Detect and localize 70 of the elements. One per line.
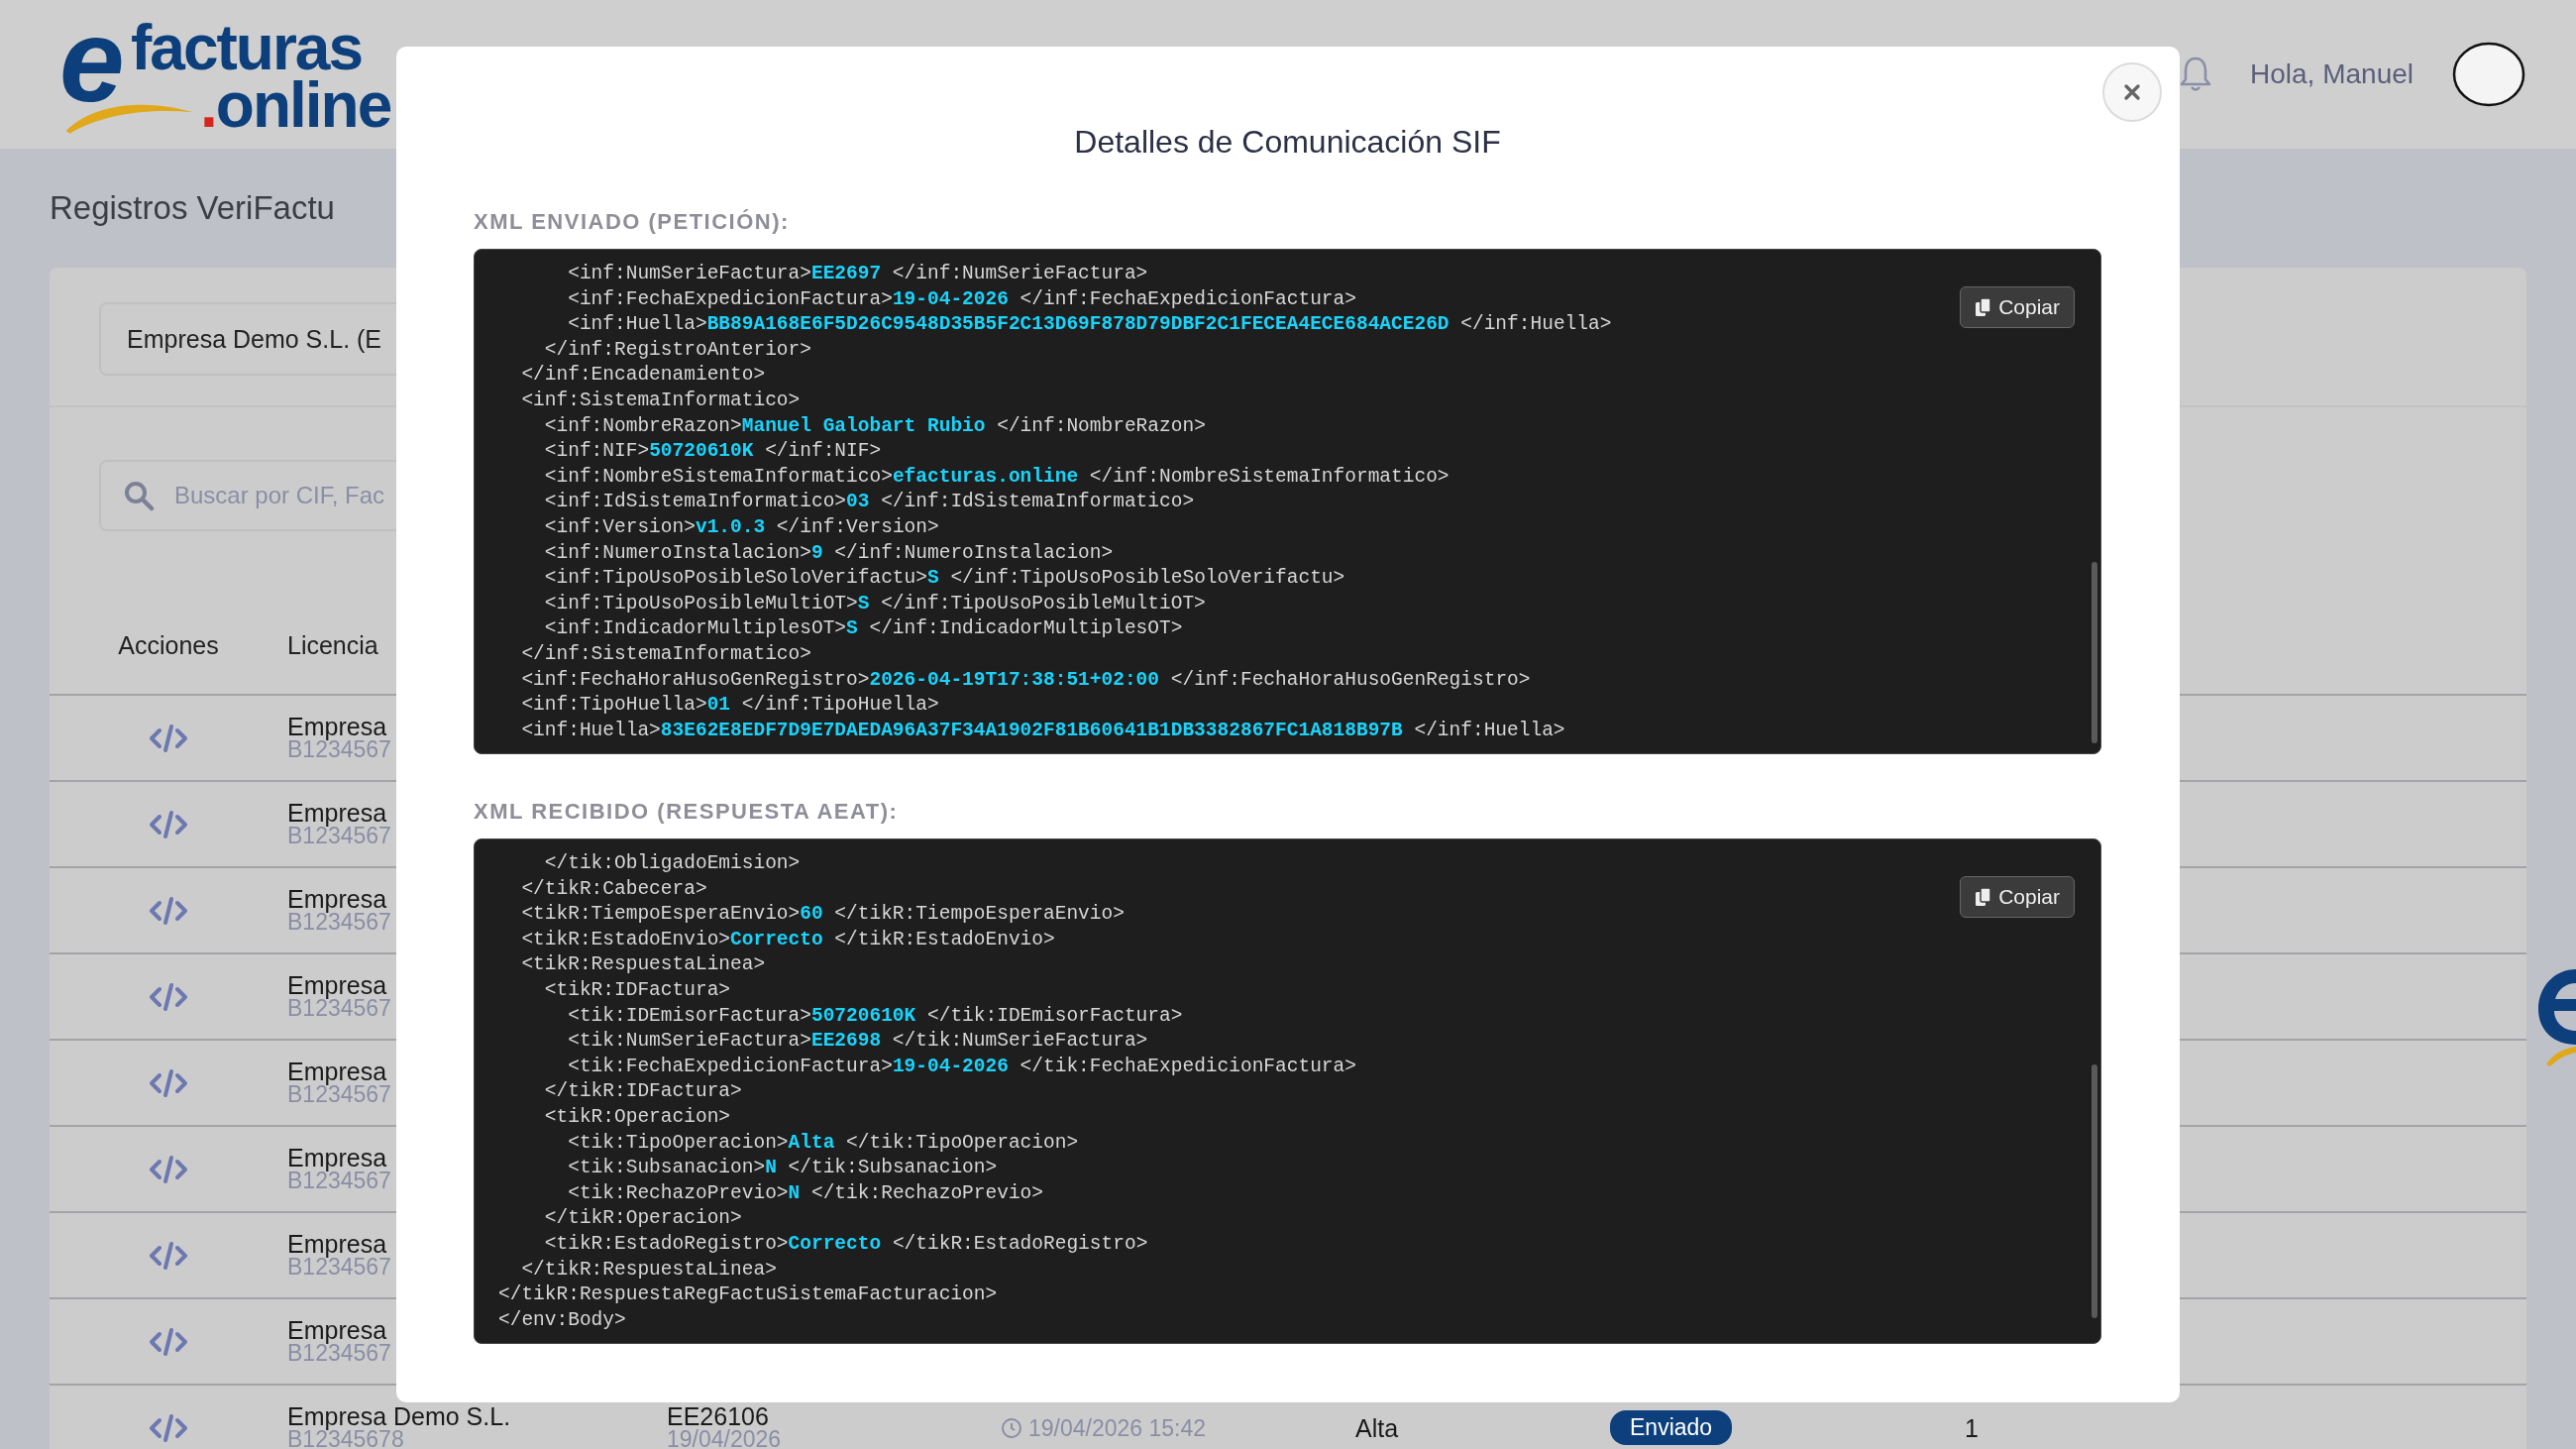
code-line: <inf:NumSerieFactura>EE2697 </inf:NumSerieFactura> bbox=[567, 262, 1148, 286]
code-line: <tikR:RespuestaLinea> bbox=[520, 952, 766, 978]
tax-id: B1234567 bbox=[287, 739, 391, 759]
section-label: XML ENVIADO (PETICIÓN): bbox=[474, 208, 791, 236]
tax-id: B12345678 bbox=[287, 1429, 404, 1449]
sent-date: 19/04/2026 15:42 bbox=[1028, 1413, 1207, 1442]
code-line: <tik:RechazoPrevio>N </tik:RechazoPrevio> bbox=[567, 1180, 1043, 1206]
tax-id: B1234567 bbox=[287, 1084, 391, 1104]
code-line: <inf:NIF>50720610K </inf:NIF> bbox=[543, 439, 882, 465]
tax-id: B1234567 bbox=[287, 1170, 391, 1190]
code-line: <inf:Huella>BB89A168E6F5D26C9548D35B5F2C13D69F878D79DBF2C1FECEA4ECE684ACE26D </inf:Huella> bbox=[567, 312, 1612, 338]
section-label: XML RECIBIDO (RESPUESTA AEAT): bbox=[474, 798, 900, 826]
code-line: </tikR:RespuestaRegFactuSistemaFacturacion> bbox=[498, 1282, 998, 1308]
column-header: Licencia bbox=[287, 631, 378, 660]
license-name: Empresa bbox=[287, 972, 387, 998]
code-line: <tik:TipoOperacion>Alta </tik:TipoOperacion> bbox=[567, 1130, 1079, 1156]
code-line: <inf:FechaHoraHusoGenRegistro>2026-04-19T17:38:51+02:00 </inf:FechaHoraHusoGenRegistro> bbox=[520, 667, 1531, 693]
code-line: </tikR:RespuestaLinea> bbox=[520, 1257, 777, 1282]
code-line: </tikR:IDFactura> bbox=[543, 1079, 742, 1105]
license-name: Empresa bbox=[287, 1059, 387, 1084]
modal-title: Detalles de Comunicación SIF bbox=[1073, 123, 1502, 162]
code-line: <inf:IdSistemaInformatico>03 </inf:IdSistemaInformatico> bbox=[543, 490, 1195, 515]
code-line: <inf:NombreRazon>Manuel Galobart Rubio </inf:NombreRazon> bbox=[543, 413, 1206, 439]
tax-id: B1234567 bbox=[287, 912, 391, 932]
code-line: </env:Body> bbox=[498, 1307, 626, 1333]
code-line: <inf:SistemaInformatico> bbox=[520, 388, 801, 413]
code-line: <tikR:EstadoEnvio>Correcto </tikR:EstadoEnvio> bbox=[520, 927, 1055, 952]
code-line: <tikR:Operacion> bbox=[543, 1104, 731, 1130]
code-line: </inf:RegistroAnterior> bbox=[543, 337, 811, 363]
code-line: <tik:IDEmisorFactura>50720610K </tik:IDEmisorFactura> bbox=[567, 1003, 1183, 1029]
license-name: Empresa bbox=[287, 800, 387, 826]
code-line: <tik:FechaExpedicionFactura>19-04-2026 </tik:FechaExpedicionFactura> bbox=[567, 1054, 1356, 1079]
tax-id: B1234567 bbox=[287, 998, 391, 1018]
greeting: Hola, Manuel bbox=[2250, 58, 2414, 90]
code-line: </tikR:Cabecera> bbox=[520, 876, 707, 902]
code-line: <tikR:IDFactura> bbox=[543, 977, 731, 1003]
code-line: </tikR:Operacion> bbox=[543, 1206, 742, 1232]
tax-id: B1234567 bbox=[287, 1343, 391, 1363]
code-line: <tik:NumSerieFactura>EE2698 </tik:NumSerieFactura> bbox=[567, 1029, 1148, 1055]
license-name: Empresa bbox=[287, 1231, 387, 1257]
code-line: <inf:FechaExpedicionFactura>19-04-2026 </inf:FechaExpedicionFactura> bbox=[567, 286, 1356, 312]
code-line: <inf:NumeroInstalacion>9 </inf:NumeroInstalacion> bbox=[543, 540, 1114, 566]
code-line: <inf:Huella>83E62E8EDF7D9E7DAEDA96A37F34A1902F81B60641B1DB3382867FC1A818B97B </inf:Huella> bbox=[520, 718, 1565, 743]
code-line: <tikR:TiempoEsperaEnvio>60 </tikR:TiempoEsperaEnvio> bbox=[520, 902, 1125, 928]
column-header: Acciones bbox=[117, 631, 220, 660]
code-line: </tik:ObligadoEmision> bbox=[543, 851, 801, 876]
operation-type: Alta bbox=[1355, 1413, 1399, 1442]
license-name: Empresa bbox=[287, 1317, 387, 1343]
status-badge: Enviado bbox=[1610, 1410, 1733, 1445]
code-line: <tik:Subsanacion>N </tik:Subsanacion> bbox=[567, 1156, 998, 1181]
license-name: Empresa Demo S.L. bbox=[287, 1403, 511, 1429]
code-line: <inf:TipoUsoPosibleMultiOT>S </inf:TipoUsoPosibleMultiOT> bbox=[543, 591, 1206, 616]
code-line: <tikR:EstadoRegistro>Correcto </tikR:EstadoRegistro> bbox=[543, 1231, 1148, 1257]
invoice-date: 19/04/2026 bbox=[667, 1429, 782, 1449]
logo-letter: e bbox=[59, 2, 125, 119]
code-line: </inf:SistemaInformatico> bbox=[520, 641, 811, 667]
code-line: <inf:NombreSistemaInformatico>efacturas.online </inf:NombreSistemaInformatico> bbox=[543, 464, 1449, 490]
code-line: <inf:IndicadorMultiplesOT>S </inf:IndicadorMultiplesOT> bbox=[543, 616, 1183, 642]
table-cell: 1 bbox=[1965, 1413, 1979, 1442]
license-name: Empresa bbox=[287, 714, 387, 739]
code-line: <inf:TipoHuella>01 </inf:TipoHuella> bbox=[520, 693, 939, 719]
code-line: <inf:TipoUsoPosibleSoloVerifactu>S </inf:TipoUsoPosibleSoloVerifactu> bbox=[543, 566, 1345, 592]
tax-id: B1234567 bbox=[287, 1257, 391, 1277]
page-title: Registros VeriFactu bbox=[50, 189, 335, 227]
license-name: Empresa bbox=[287, 1145, 387, 1170]
license-name: Empresa bbox=[287, 886, 387, 912]
invoice-number: EE26106 bbox=[667, 1403, 769, 1429]
tax-id: B1234567 bbox=[287, 826, 391, 845]
code-line: </inf:Encadenamiento> bbox=[520, 363, 766, 389]
code-line: <inf:Version>v1.0.3 </inf:Version> bbox=[543, 514, 939, 540]
